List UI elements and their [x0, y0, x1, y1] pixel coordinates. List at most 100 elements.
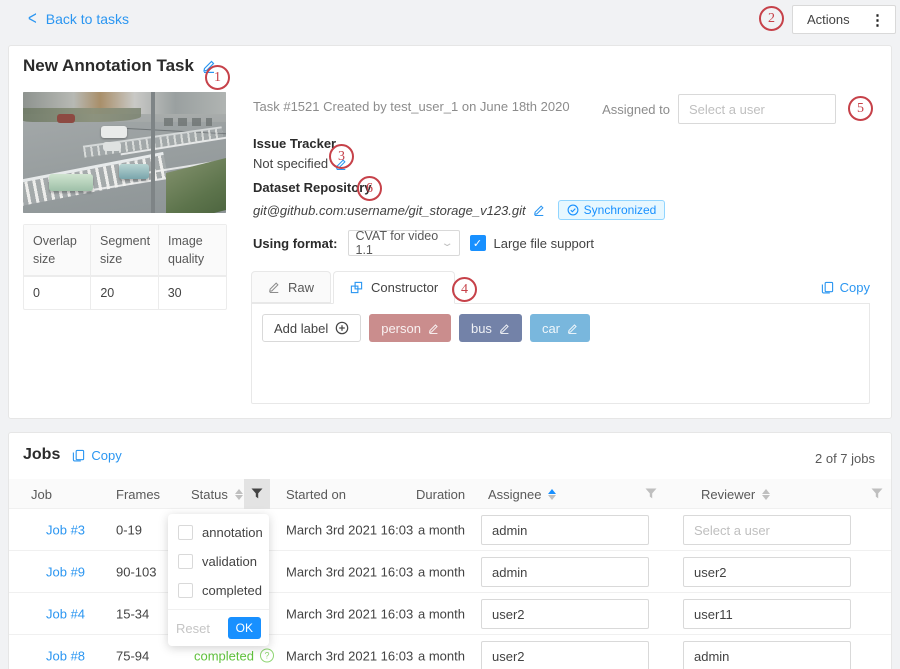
checkbox-unchecked-icon[interactable] [178, 554, 193, 569]
large-file-support-label: Large file support [494, 236, 594, 251]
task-details-card: New Annotation Task 1 Overlap size Segme… [8, 45, 892, 419]
jobs-title: Jobs [23, 446, 60, 464]
label-chip-bus[interactable]: bus [459, 314, 522, 342]
repository-url: git@github.com:username/git_storage_v123… [253, 203, 526, 218]
col-status[interactable]: Status [191, 479, 243, 509]
label-constructor-panel: Add label person bus [251, 304, 870, 404]
tab-raw-label: Raw [288, 280, 314, 295]
col-assignee[interactable]: Assignee [488, 479, 556, 509]
actions-label: Actions [807, 12, 850, 27]
assignee-input[interactable] [481, 599, 649, 629]
assignee-sorter-icon[interactable] [548, 489, 556, 500]
reviewer-sorter-icon[interactable] [762, 489, 770, 500]
checkbox-checked-icon: ✓ [470, 235, 486, 251]
reviewer-input[interactable] [683, 515, 851, 545]
sync-status-label: Synchronized [584, 203, 657, 217]
sync-status-tag[interactable]: Synchronized [558, 200, 666, 220]
started-cell: March 3rd 2021 16:03 [286, 648, 413, 663]
reviewer-input[interactable] [683, 641, 851, 669]
copy-icon [72, 449, 85, 462]
col-reviewer[interactable]: Reviewer [701, 479, 770, 509]
add-label-button[interactable]: Add label [262, 314, 361, 342]
annotation-circle-5: 5 [848, 96, 873, 121]
job-row-4: Job #8 75-94 completed ? March 3rd 2021 … [9, 635, 891, 669]
jobs-card: Jobs Copy 2 of 7 jobs Job Frames Status … [8, 432, 892, 669]
check-circle-icon [567, 204, 579, 216]
label-car-name: car [542, 321, 560, 336]
task-params-table: Overlap size Segment size Image quality … [23, 224, 227, 310]
back-label: Back to tasks [46, 11, 129, 27]
assignee-input[interactable] [481, 557, 649, 587]
task-preview-image [23, 92, 226, 213]
job-link[interactable]: Job #9 [46, 564, 85, 579]
format-select[interactable]: CVAT for video 1.1 ⌄ [348, 230, 460, 256]
tab-constructor[interactable]: Constructor [333, 271, 455, 304]
more-actions-icon: ⋮ [870, 11, 885, 29]
reviewer-input[interactable] [683, 599, 851, 629]
actions-button[interactable]: Actions ⋮ [792, 5, 896, 34]
checkbox-unchecked-icon[interactable] [178, 525, 193, 540]
jobs-copy-button[interactable]: Copy [72, 448, 121, 463]
job-link[interactable]: Job #4 [46, 606, 85, 621]
job-row-2: Job #9 90-103 March 3rd 2021 16:03 a mon… [9, 551, 891, 593]
back-chevron-icon: < [28, 7, 37, 29]
labels-tabbar: Raw Constructor Copy [251, 272, 870, 304]
col-started-on[interactable]: Started on [286, 479, 346, 509]
job-row-1: Job #3 0-19 March 3rd 2021 16:03 a month [9, 509, 891, 551]
annotation-circle-3: 3 [329, 144, 354, 169]
filter-ok-button[interactable]: OK [228, 617, 261, 639]
tab-constructor-label: Constructor [371, 280, 438, 295]
col-job[interactable]: Job [31, 479, 52, 509]
filter-reset-button[interactable]: Reset [176, 621, 210, 636]
status-cell: completed ? [194, 648, 274, 663]
job-link[interactable]: Job #8 [46, 648, 85, 663]
label-chip-person[interactable]: person [369, 314, 451, 342]
status-filter-dropdown: annotation validation completed Reset OK [168, 514, 269, 646]
tab-raw[interactable]: Raw [251, 271, 331, 303]
assignee-filter-icon[interactable] [638, 479, 664, 509]
block-build-icon [350, 281, 363, 294]
annotation-circle-1: 1 [205, 65, 230, 90]
frames-cell: 0-19 [116, 522, 142, 537]
edit-label-car-icon[interactable] [567, 323, 578, 334]
reviewer-filter-icon[interactable] [864, 479, 890, 509]
checkbox-unchecked-icon[interactable] [178, 583, 193, 598]
started-cell: March 3rd 2021 16:03 [286, 522, 413, 537]
labels-copy-button[interactable]: Copy [821, 280, 870, 295]
assignee-input[interactable] [481, 641, 649, 669]
duration-cell: a month [418, 564, 465, 579]
duration-cell: a month [418, 648, 465, 663]
preview-trees [23, 108, 141, 122]
jobs-count-text: 2 of 7 jobs [815, 451, 875, 466]
plus-circle-icon [335, 321, 349, 335]
jobs-copy-label: Copy [91, 448, 121, 463]
assignee-input[interactable] [481, 515, 649, 545]
status-sorter-icon[interactable] [235, 489, 243, 500]
col-duration[interactable]: Duration [416, 479, 465, 509]
question-circle-icon[interactable]: ? [260, 649, 274, 663]
filter-option-validation[interactable]: validation [168, 547, 269, 576]
started-cell: March 3rd 2021 16:03 [286, 606, 413, 621]
frames-cell: 90-103 [116, 564, 156, 579]
label-chip-car[interactable]: car [530, 314, 590, 342]
col-frames[interactable]: Frames [116, 479, 160, 509]
frames-cell: 75-94 [116, 648, 149, 663]
edit-label-bus-icon[interactable] [499, 323, 510, 334]
large-file-support-checkbox[interactable]: ✓ Large file support [470, 235, 594, 251]
edit-label-person-icon[interactable] [428, 323, 439, 334]
duration-cell: a month [418, 522, 465, 537]
preview-pole [151, 92, 155, 213]
label-person-name: person [381, 321, 421, 336]
filter-option-completed[interactable]: completed [168, 576, 269, 605]
jobs-table-header: Job Frames Status Started on Duration As… [9, 479, 891, 509]
reviewer-input[interactable] [683, 557, 851, 587]
assigned-to-input[interactable] [678, 94, 836, 124]
status-filter-icon[interactable] [244, 479, 270, 509]
started-cell: March 3rd 2021 16:03 [286, 564, 413, 579]
dataset-repository-block: Dataset Repository git@github.com:userna… [253, 180, 665, 220]
edit-repository-icon[interactable] [533, 204, 545, 216]
filter-option-annotation[interactable]: annotation [168, 518, 269, 547]
job-link[interactable]: Job #3 [46, 522, 85, 537]
back-to-tasks-link[interactable]: < Back to tasks [28, 10, 129, 27]
pencil-icon [268, 281, 280, 293]
